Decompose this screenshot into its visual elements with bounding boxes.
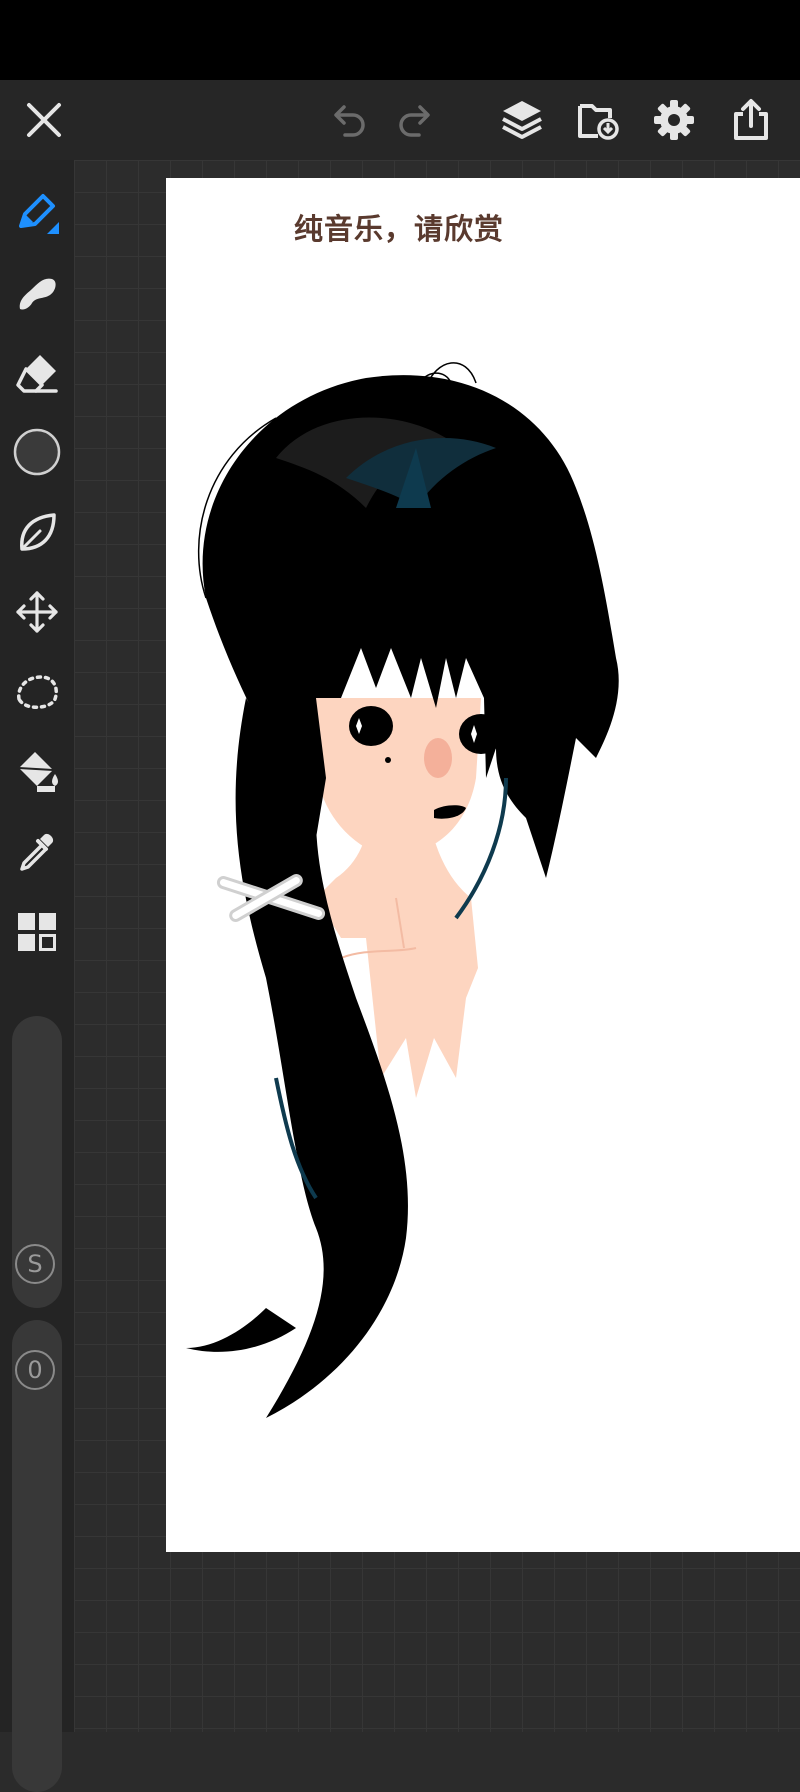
- brush-icon: [19, 194, 59, 234]
- status-bar: [0, 0, 800, 80]
- gear-icon: [654, 100, 694, 140]
- selection-tool-button[interactable]: [7, 662, 67, 722]
- more-tools-button[interactable]: [7, 902, 67, 962]
- redo-icon: [399, 105, 430, 137]
- transform-tool-button[interactable]: [7, 582, 67, 642]
- eraser-icon: [16, 355, 58, 393]
- color-swatch-icon: [13, 428, 61, 476]
- layers-button[interactable]: [492, 90, 552, 150]
- size-badge-label: S: [27, 1250, 43, 1278]
- canvas-caption: 纯音乐，请欣赏: [294, 212, 505, 246]
- close-button[interactable]: [14, 90, 74, 150]
- artwork-illustration: [186, 362, 619, 1418]
- brush-tool-button[interactable]: [7, 182, 67, 242]
- fill-tool-button[interactable]: [7, 742, 67, 802]
- eyedropper-tool-button[interactable]: [7, 822, 67, 882]
- redo-button[interactable]: [386, 90, 446, 150]
- settings-button[interactable]: [644, 90, 704, 150]
- gallery-import-icon: [578, 104, 619, 140]
- paint-bucket-icon: [18, 752, 58, 792]
- lasso-selection-icon: [17, 675, 58, 709]
- undo-button[interactable]: [318, 90, 378, 150]
- leaf-shape-icon: [20, 513, 56, 551]
- smudge-icon: [19, 278, 56, 310]
- eraser-tool-button[interactable]: [7, 342, 67, 402]
- gallery-button[interactable]: [568, 90, 628, 150]
- size-badge: S: [15, 1244, 55, 1284]
- grid-menu-icon: [18, 913, 56, 951]
- close-icon: [27, 103, 61, 137]
- opacity-badge-label: 0: [27, 1356, 43, 1384]
- eyedropper-icon: [20, 833, 54, 871]
- color-picker-button[interactable]: [7, 422, 67, 482]
- layers-icon: [502, 101, 542, 139]
- top-toolbar: [0, 80, 800, 160]
- move-arrows-icon: [16, 591, 58, 633]
- tool-sidebar: S 0: [0, 160, 74, 1792]
- undo-icon: [334, 105, 365, 137]
- share-button[interactable]: [721, 90, 781, 150]
- shape-tool-button[interactable]: [7, 502, 67, 562]
- drawing-canvas[interactable]: 纯音乐，请欣赏: [166, 178, 800, 1552]
- smudge-tool-button[interactable]: [7, 262, 67, 322]
- share-icon: [734, 99, 768, 140]
- brush-opacity-slider[interactable]: [12, 1320, 62, 1792]
- opacity-badge: 0: [15, 1350, 55, 1390]
